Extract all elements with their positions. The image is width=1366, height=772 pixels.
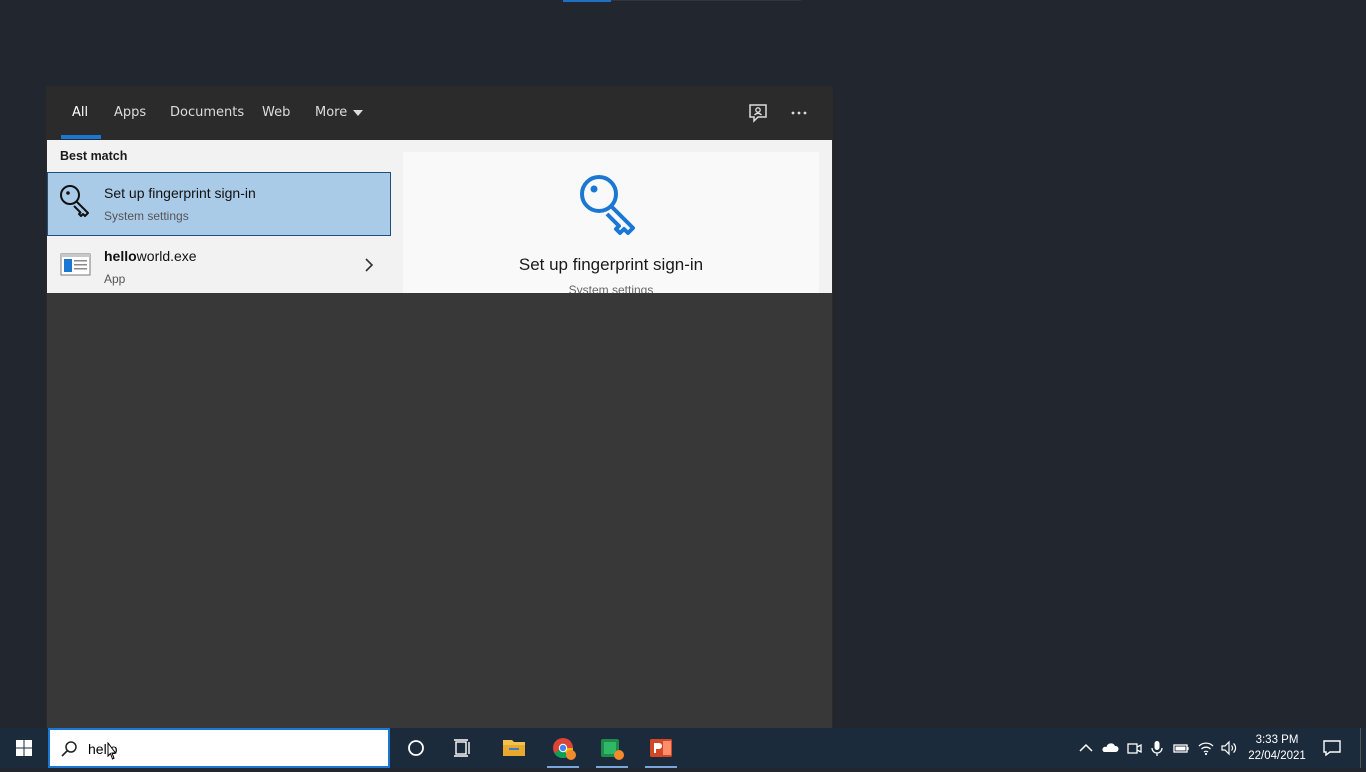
result-title: Set up fingerprint sign-in xyxy=(104,185,256,201)
notification-center-icon[interactable] xyxy=(1322,738,1342,758)
cortana-icon xyxy=(408,740,424,756)
search-input[interactable] xyxy=(88,739,368,759)
tab-more[interactable]: More xyxy=(315,105,364,120)
more-options-icon[interactable] xyxy=(787,102,811,124)
chevron-right-icon[interactable] xyxy=(364,258,374,272)
cortana-button[interactable] xyxy=(394,728,438,768)
task-view-button[interactable] xyxy=(441,728,485,768)
result-preview: Set up fingerprint sign-in System settin… xyxy=(403,152,819,293)
powerpoint-button[interactable] xyxy=(639,728,683,768)
active-tab-indicator xyxy=(61,135,101,139)
battery-icon[interactable] xyxy=(1172,739,1190,757)
feedback-icon[interactable] xyxy=(746,102,770,124)
results-list: Best match Set up fingerprint sign-in Sy… xyxy=(47,140,391,293)
result-title-match: hello xyxy=(104,248,137,264)
tab-all[interactable]: All xyxy=(72,105,88,120)
result-title-rest: world.exe xyxy=(136,248,197,264)
preview-subtitle: System settings xyxy=(568,283,654,293)
windows-start-icon[interactable] xyxy=(0,728,48,768)
tab-more-label: More xyxy=(315,105,348,120)
volume-icon[interactable] xyxy=(1220,739,1238,757)
chrome-button[interactable] xyxy=(541,728,585,768)
preview-title: Set up fingerprint sign-in xyxy=(518,255,704,274)
tab-documents[interactable]: Documents xyxy=(170,105,244,120)
system-clock[interactable]: 3:33 PM 22/04/2021 xyxy=(1244,732,1310,764)
best-match-label: Best match xyxy=(60,149,128,163)
taskbar: 3:33 PM 22/04/2021 xyxy=(0,728,1366,768)
clock-date: 22/04/2021 xyxy=(1248,750,1306,762)
search-tabs: All Apps Documents Web More xyxy=(47,87,832,140)
clock-time: 3:33 PM xyxy=(1255,734,1299,746)
chevron-up-icon[interactable] xyxy=(1077,739,1095,757)
search-icon xyxy=(61,741,77,757)
result-subtitle: System settings xyxy=(104,209,189,223)
green-app-button[interactable] xyxy=(590,728,634,768)
onedrive-icon[interactable] xyxy=(1101,739,1119,757)
result-title: helloworld.exe xyxy=(104,248,197,264)
task-view-icon xyxy=(454,739,470,757)
result-subtitle: App xyxy=(104,272,126,286)
microphone-icon[interactable] xyxy=(1148,739,1166,757)
result-helloworld-exe[interactable]: helloworld.exe App xyxy=(48,236,390,293)
caret-down-icon xyxy=(353,109,364,116)
result-fingerprint-sign-in[interactable]: Set up fingerprint sign-in System settin… xyxy=(47,172,391,236)
key-icon xyxy=(60,185,89,217)
show-desktop-button[interactable] xyxy=(1360,728,1361,768)
key-icon xyxy=(580,175,635,235)
wifi-icon[interactable] xyxy=(1197,739,1215,757)
mouse-cursor-icon xyxy=(107,742,117,760)
file-explorer-icon xyxy=(503,740,525,756)
powerpoint-icon xyxy=(650,739,672,757)
top-divider xyxy=(611,0,801,1)
chrome-icon xyxy=(553,738,576,760)
search-panel: All Apps Documents Web More Best match S… xyxy=(47,87,832,728)
tab-apps[interactable]: Apps xyxy=(114,105,146,120)
file-explorer-button[interactable] xyxy=(492,728,536,768)
meet-now-icon[interactable] xyxy=(1125,739,1143,757)
green-app-icon xyxy=(601,739,624,760)
tab-web[interactable]: Web xyxy=(262,105,290,120)
taskbar-search-box[interactable] xyxy=(48,728,390,768)
top-accent-line xyxy=(563,0,611,2)
app-window-icon xyxy=(60,253,91,276)
